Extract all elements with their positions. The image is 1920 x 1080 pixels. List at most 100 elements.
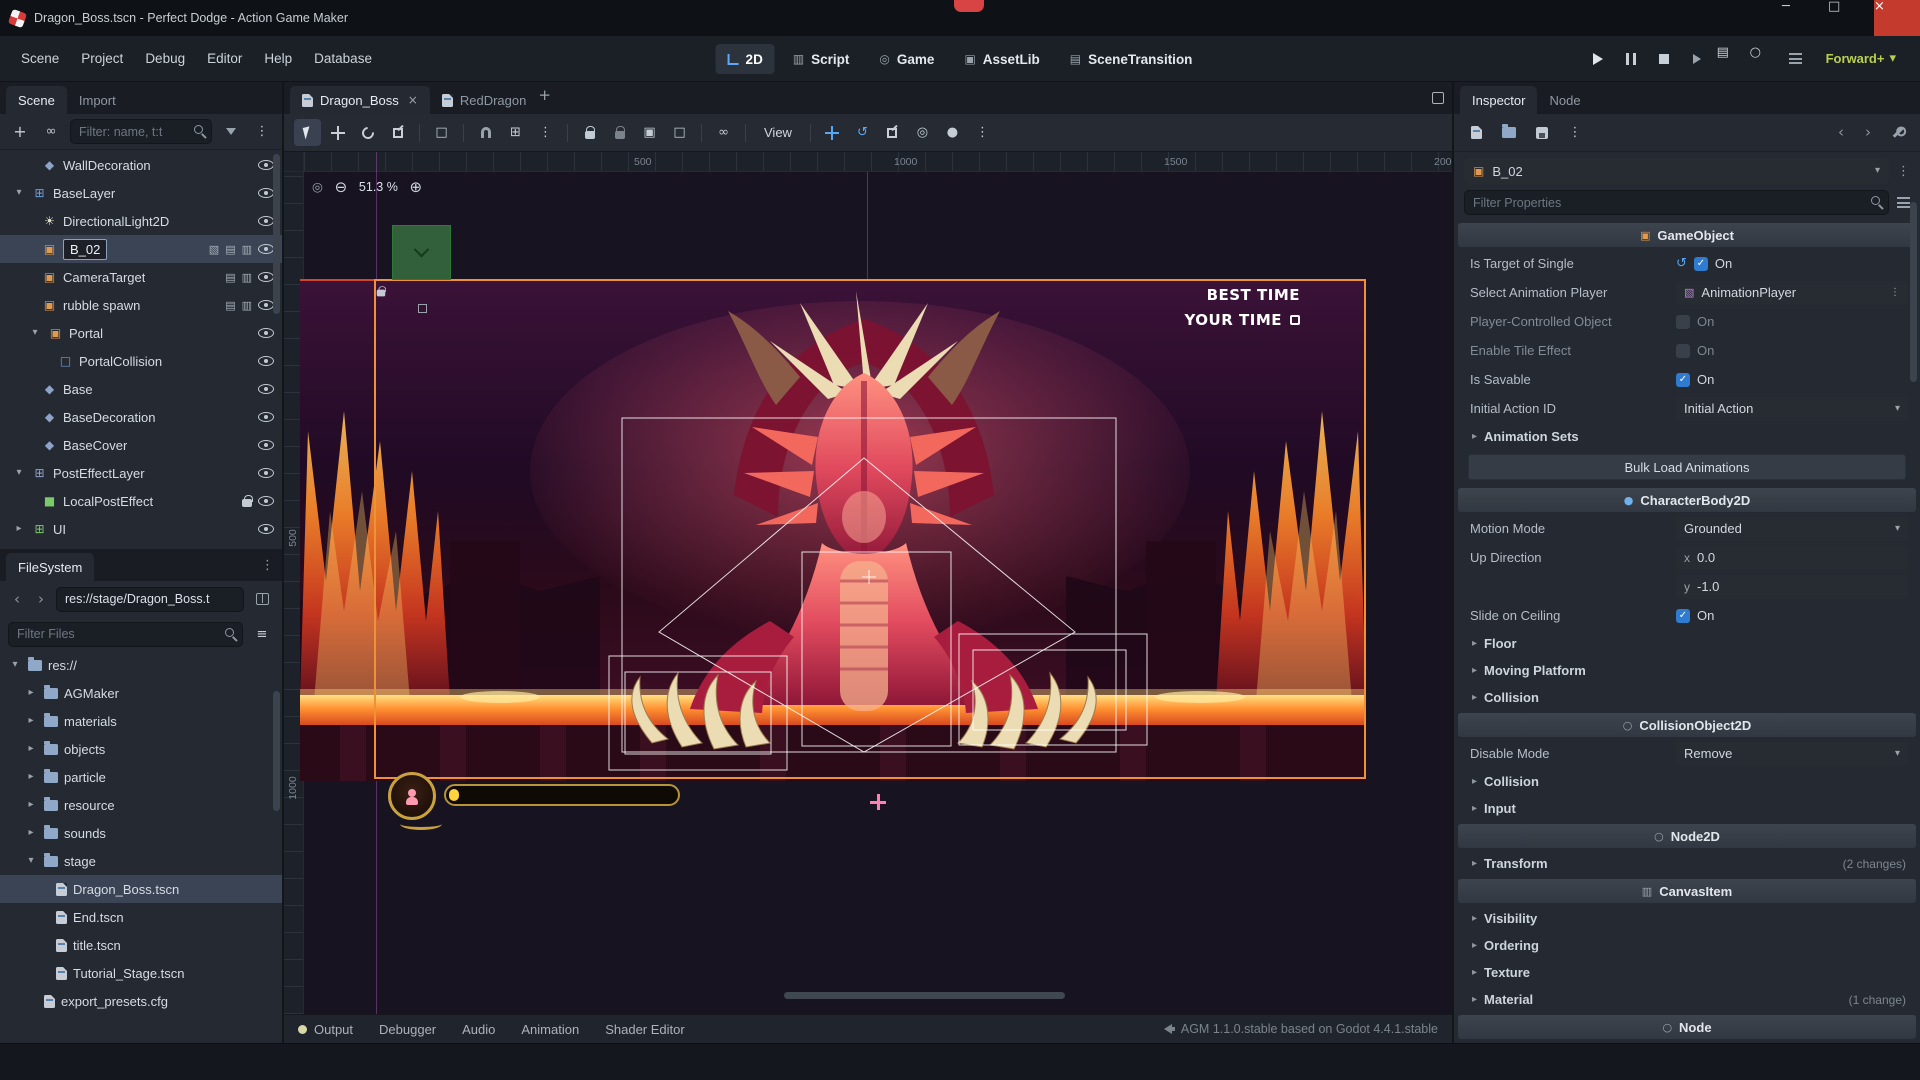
tree-row[interactable]: ▣ rubble spawn ▤ ▥: [0, 291, 282, 319]
property-filter-input[interactable]: [1464, 190, 1889, 215]
checkbox-checked[interactable]: ✓: [1694, 257, 1708, 271]
scene-tab-dragon-boss[interactable]: Dragon_Boss ×: [290, 86, 430, 114]
expand-arrow-icon[interactable]: ▾: [8, 660, 22, 670]
menu-editor[interactable]: Editor: [196, 44, 253, 74]
group-process[interactable]: ▸ Process: [1454, 1041, 1920, 1043]
snap-options-button[interactable]: ⋮: [532, 119, 559, 146]
load-resource-button[interactable]: [1497, 121, 1521, 145]
tree-row[interactable]: ▾ ▣ Portal: [0, 319, 282, 347]
play-scene-button[interactable]: [1684, 46, 1710, 72]
viewport-settings-icon[interactable]: ◎: [312, 181, 323, 194]
viewport-hscrollbar[interactable]: [784, 992, 1065, 999]
tree-row[interactable]: ◆ BaseDecoration: [0, 403, 282, 431]
tree-row[interactable]: ▾ ⊞ PostEffectLayer: [0, 459, 282, 487]
group-collision-body[interactable]: ▸ Collision: [1454, 684, 1920, 711]
tree-row[interactable]: ▸ materials: [0, 707, 282, 735]
visibility-eye-icon[interactable]: [258, 188, 274, 198]
revert-icon[interactable]: ↺: [1676, 257, 1687, 270]
resource-options-button[interactable]: ⋮: [1563, 121, 1587, 145]
scene-tab-reddragon[interactable]: RedDragon: [430, 86, 539, 114]
tree-row[interactable]: ▾ res://: [0, 651, 282, 679]
tree-row[interactable]: ▸ AGMaker: [0, 679, 282, 707]
tree-row[interactable]: ▾ stage: [0, 847, 282, 875]
groups-icon[interactable]: ▤: [225, 300, 235, 311]
play-custom-scene-button[interactable]: ▤: [1717, 46, 1743, 72]
group-input[interactable]: ▸ Input: [1454, 795, 1920, 822]
expand-arrow-icon[interactable]: ▸: [24, 688, 38, 698]
rotate-tool-button[interactable]: [354, 119, 381, 146]
checkbox-unchecked[interactable]: [1676, 344, 1690, 358]
filesystem-options-icon[interactable]: ⋮: [261, 559, 274, 572]
zoom-in-button[interactable]: ⊕: [407, 178, 425, 196]
pause-button[interactable]: [1618, 46, 1644, 72]
visibility-eye-icon[interactable]: [258, 244, 274, 254]
object-options-icon[interactable]: ⋮: [1897, 165, 1910, 178]
save-resource-button[interactable]: [1530, 121, 1554, 145]
group-ordering[interactable]: ▸ Ordering: [1454, 932, 1920, 959]
movie-maker-button[interactable]: ○: [1750, 46, 1776, 72]
visibility-eye-icon[interactable]: [258, 384, 274, 394]
visibility-eye-icon[interactable]: [258, 524, 274, 534]
bottom-tab-animation[interactable]: Animation: [521, 1022, 579, 1037]
tree-row[interactable]: ▸ particle: [0, 763, 282, 791]
tree-row[interactable]: title.tscn: [0, 931, 282, 959]
scale-tool-button[interactable]: [384, 119, 411, 146]
expand-arrow-icon[interactable]: ▸: [12, 524, 26, 534]
group-animation-sets[interactable]: ▸ Animation Sets: [1454, 423, 1920, 450]
category-characterbody2d[interactable]: ● CharacterBody2D: [1458, 488, 1916, 512]
close-tab-icon[interactable]: ×: [408, 94, 418, 106]
screen-script-button[interactable]: ▥ Script: [781, 44, 862, 74]
play-button[interactable]: [1585, 46, 1611, 72]
script-badge-icon[interactable]: ▥: [242, 300, 252, 311]
category-node2d[interactable]: ○ Node2D: [1458, 824, 1916, 848]
initial-action-dropdown[interactable]: Initial Action ▾: [1676, 397, 1908, 421]
visibility-eye-icon[interactable]: [258, 468, 274, 478]
screen-scenetransition-button[interactable]: ▤ SceneTransition: [1058, 44, 1205, 74]
unlock-selected-button[interactable]: [606, 119, 633, 146]
edited-object-dropdown[interactable]: ▣ B_02 ▾: [1464, 158, 1889, 184]
tab-import[interactable]: Import: [67, 86, 128, 114]
move-tool-button[interactable]: [324, 119, 351, 146]
visibility-eye-icon[interactable]: [258, 496, 274, 506]
current-path-input[interactable]: [56, 587, 244, 612]
tree-row[interactable]: ▸ objects: [0, 735, 282, 763]
tab-node[interactable]: Node: [1537, 86, 1592, 114]
category-node[interactable]: ○ Node: [1458, 1015, 1916, 1039]
property-filter-options-icon[interactable]: [1897, 197, 1910, 208]
expand-arrow-icon[interactable]: ▾: [28, 328, 42, 338]
ungroup-selected-button[interactable]: □: [666, 119, 693, 146]
expand-arrow-icon[interactable]: ▸: [24, 772, 38, 782]
screen-game-button[interactable]: ◎ Game: [867, 44, 946, 74]
group-visibility[interactable]: ▸ Visibility: [1454, 905, 1920, 932]
group-moving-platform[interactable]: ▸ Moving Platform: [1454, 657, 1920, 684]
visibility-eye-icon[interactable]: [258, 216, 274, 226]
viewport-extra-options-button[interactable]: ⋮: [969, 119, 996, 146]
group-transform[interactable]: ▸ Transform (2 changes): [1454, 850, 1920, 877]
zoom-out-button[interactable]: ⊖: [332, 178, 350, 196]
tree-row[interactable]: End.tscn: [0, 903, 282, 931]
visibility-eye-icon[interactable]: [258, 160, 274, 170]
inspector-scrollbar[interactable]: [1910, 202, 1917, 382]
script-badge-icon[interactable]: ▥: [242, 244, 252, 255]
disable-mode-dropdown[interactable]: Remove ▾: [1676, 742, 1908, 766]
expand-arrow-icon[interactable]: ▸: [24, 800, 38, 810]
window-minimize-button[interactable]: ─: [1782, 0, 1828, 36]
tree-row[interactable]: ■ LocalPostEffect: [0, 487, 282, 515]
instance-scene-button[interactable]: ∞: [39, 120, 63, 144]
renderer-dropdown[interactable]: Forward+ ▾: [1826, 51, 1896, 66]
visibility-eye-icon[interactable]: [258, 412, 274, 422]
renderer-settings-button[interactable]: [1783, 46, 1809, 72]
up-direction-x-field[interactable]: x 0.0: [1676, 546, 1908, 570]
select-tool-button[interactable]: [294, 119, 321, 146]
checkbox-unchecked[interactable]: [1676, 315, 1690, 329]
group-material[interactable]: ▸ Material (1 change): [1454, 986, 1920, 1013]
expand-arrow-icon[interactable]: ▸: [24, 828, 38, 838]
scene-tree-options-button[interactable]: ⋮: [250, 120, 274, 144]
add-node-button[interactable]: +: [8, 120, 32, 144]
up-direction-y-field[interactable]: y -1.0: [1676, 575, 1908, 599]
tree-row[interactable]: ☀ DirectionalLight2D: [0, 207, 282, 235]
tab-scene[interactable]: Scene: [6, 86, 67, 114]
tree-row[interactable]: □ PortalCollision: [0, 347, 282, 375]
selection-list-button[interactable]: □: [428, 119, 455, 146]
window-close-button[interactable]: ×: [1874, 0, 1920, 36]
